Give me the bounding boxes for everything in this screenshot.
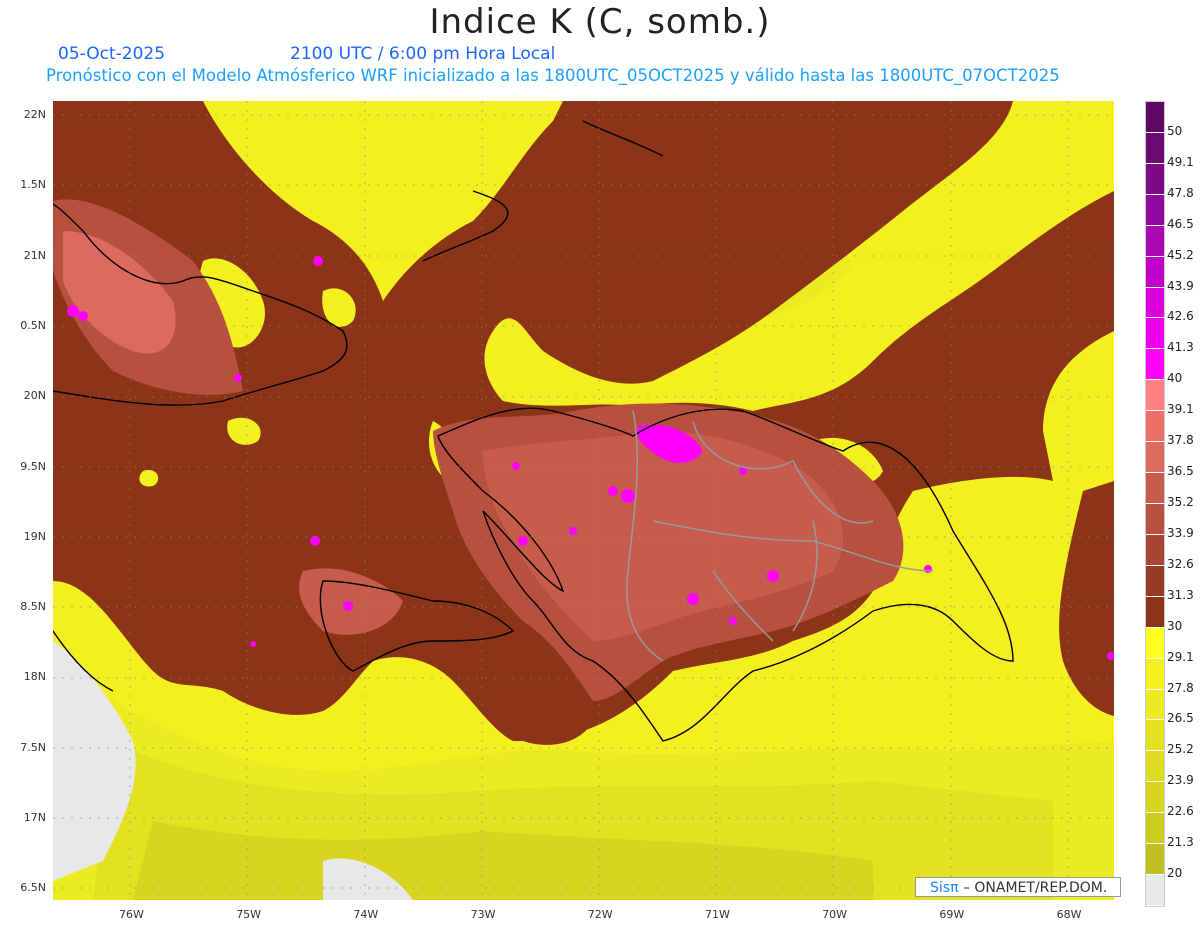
colorbar-swatch [1146,287,1164,318]
sispi-logo: Sisπ [930,880,959,896]
credit-box: Sisπ – ONAMET/REP.DOM. [915,877,1121,897]
colorbar-label: 26.5 [1167,711,1194,726]
colorbar-swatch [1146,349,1164,380]
latitude-label: 6.5N [20,881,46,895]
colorbar-swatch [1146,194,1164,225]
colorbar-swatch [1146,751,1164,782]
longitude-label: 71W [705,908,730,921]
latitude-label: 17N [23,811,46,824]
colorbar-swatch [1146,720,1164,751]
colorbar-swatch [1146,875,1164,905]
colorbar-label: 27.8 [1167,680,1194,695]
colorbar-label: 46.5 [1167,216,1194,231]
longitude-label: 72W [587,908,613,921]
colorbar-swatch [1146,318,1164,349]
colorbar-swatch [1146,132,1164,163]
colorbar-label: 25.2 [1167,742,1194,757]
latitude-label: 21N [23,248,46,262]
colorbar-label: 42.6 [1167,309,1194,324]
longitude-label: 75W [236,908,262,921]
latitude-label: 0.5N [20,318,46,332]
colorbar-label: 23.9 [1167,773,1194,788]
colorbar-label: 31.3 [1167,587,1194,602]
colorbar-swatch [1146,844,1164,875]
colorbar-swatch [1146,782,1164,813]
colorbar-swatch [1146,565,1164,596]
colorbar-swatch [1146,411,1164,442]
longitude-label: 70W [822,908,848,921]
k-index-map [53,101,1114,900]
colorbar-label: 20 [1167,866,1183,881]
colorbar-label: 32.6 [1167,556,1194,571]
colorbar [1145,101,1165,907]
latitude-label: 22N [23,108,46,121]
colorbar-swatch [1146,473,1164,503]
time-label: 2100 UTC / 6:00 pm Hora Local [290,44,556,64]
colorbar-label: 29.1 [1167,649,1194,664]
latitude-label: 19N [23,529,46,543]
colorbar-label: 45.2 [1167,247,1194,262]
latitude-label: 9.5N [20,459,46,473]
colorbar-label: 30 [1167,618,1183,633]
map-title: Indice K (C, somb.) [429,2,771,42]
colorbar-swatch [1146,504,1164,534]
colorbar-swatch [1146,256,1164,287]
colorbar-swatch [1146,380,1164,411]
colorbar-label: 40 [1167,371,1183,386]
colorbar-swatch [1146,627,1164,658]
longitude-label: 76W [119,908,144,921]
latitude-label: 8.5N [20,600,46,614]
credit-text: – ONAMET/REP.DOM. [958,880,1108,896]
latitude-label: 18N [23,670,46,684]
longitude-label: 74W [353,908,379,921]
colorbar-label: 47.8 [1167,185,1194,200]
colorbar-label: 35.2 [1167,495,1194,509]
colorbar-swatch [1146,102,1164,132]
colorbar-label: 33.9 [1167,525,1194,540]
colorbar-label: 21.3 [1167,835,1194,850]
colorbar-swatch [1146,534,1164,565]
colorbar-label: 41.3 [1167,340,1194,355]
latitude-label: 1.5N [20,178,46,192]
longitude-label: 69W [939,908,965,921]
colorbar-label: 37.8 [1167,433,1194,448]
colorbar-swatch [1146,442,1164,473]
date-label: 05-Oct-2025 [58,44,166,64]
colorbar-label: 36.5 [1167,464,1194,479]
colorbar-swatch [1146,689,1164,720]
latitude-label: 20N [23,389,46,403]
colorbar-label: 22.6 [1167,804,1194,819]
colorbar-label: 43.9 [1167,278,1194,293]
colorbar-swatch [1146,658,1164,689]
colorbar-swatch [1146,813,1164,844]
colorbar-label: 39.1 [1167,402,1194,417]
forecast-info: Pronóstico con el Modelo Atmósferico WRF… [46,66,1060,85]
colorbar-swatch [1146,225,1164,256]
longitude-label: 68W [1056,908,1082,921]
colorbar-label: 49.1 [1167,154,1194,169]
longitude-label: 73W [470,908,496,921]
colorbar-swatch [1146,163,1164,194]
colorbar-swatch [1146,596,1164,627]
latitude-label: 7.5N [20,740,46,754]
colorbar-label: 50 [1167,123,1183,138]
